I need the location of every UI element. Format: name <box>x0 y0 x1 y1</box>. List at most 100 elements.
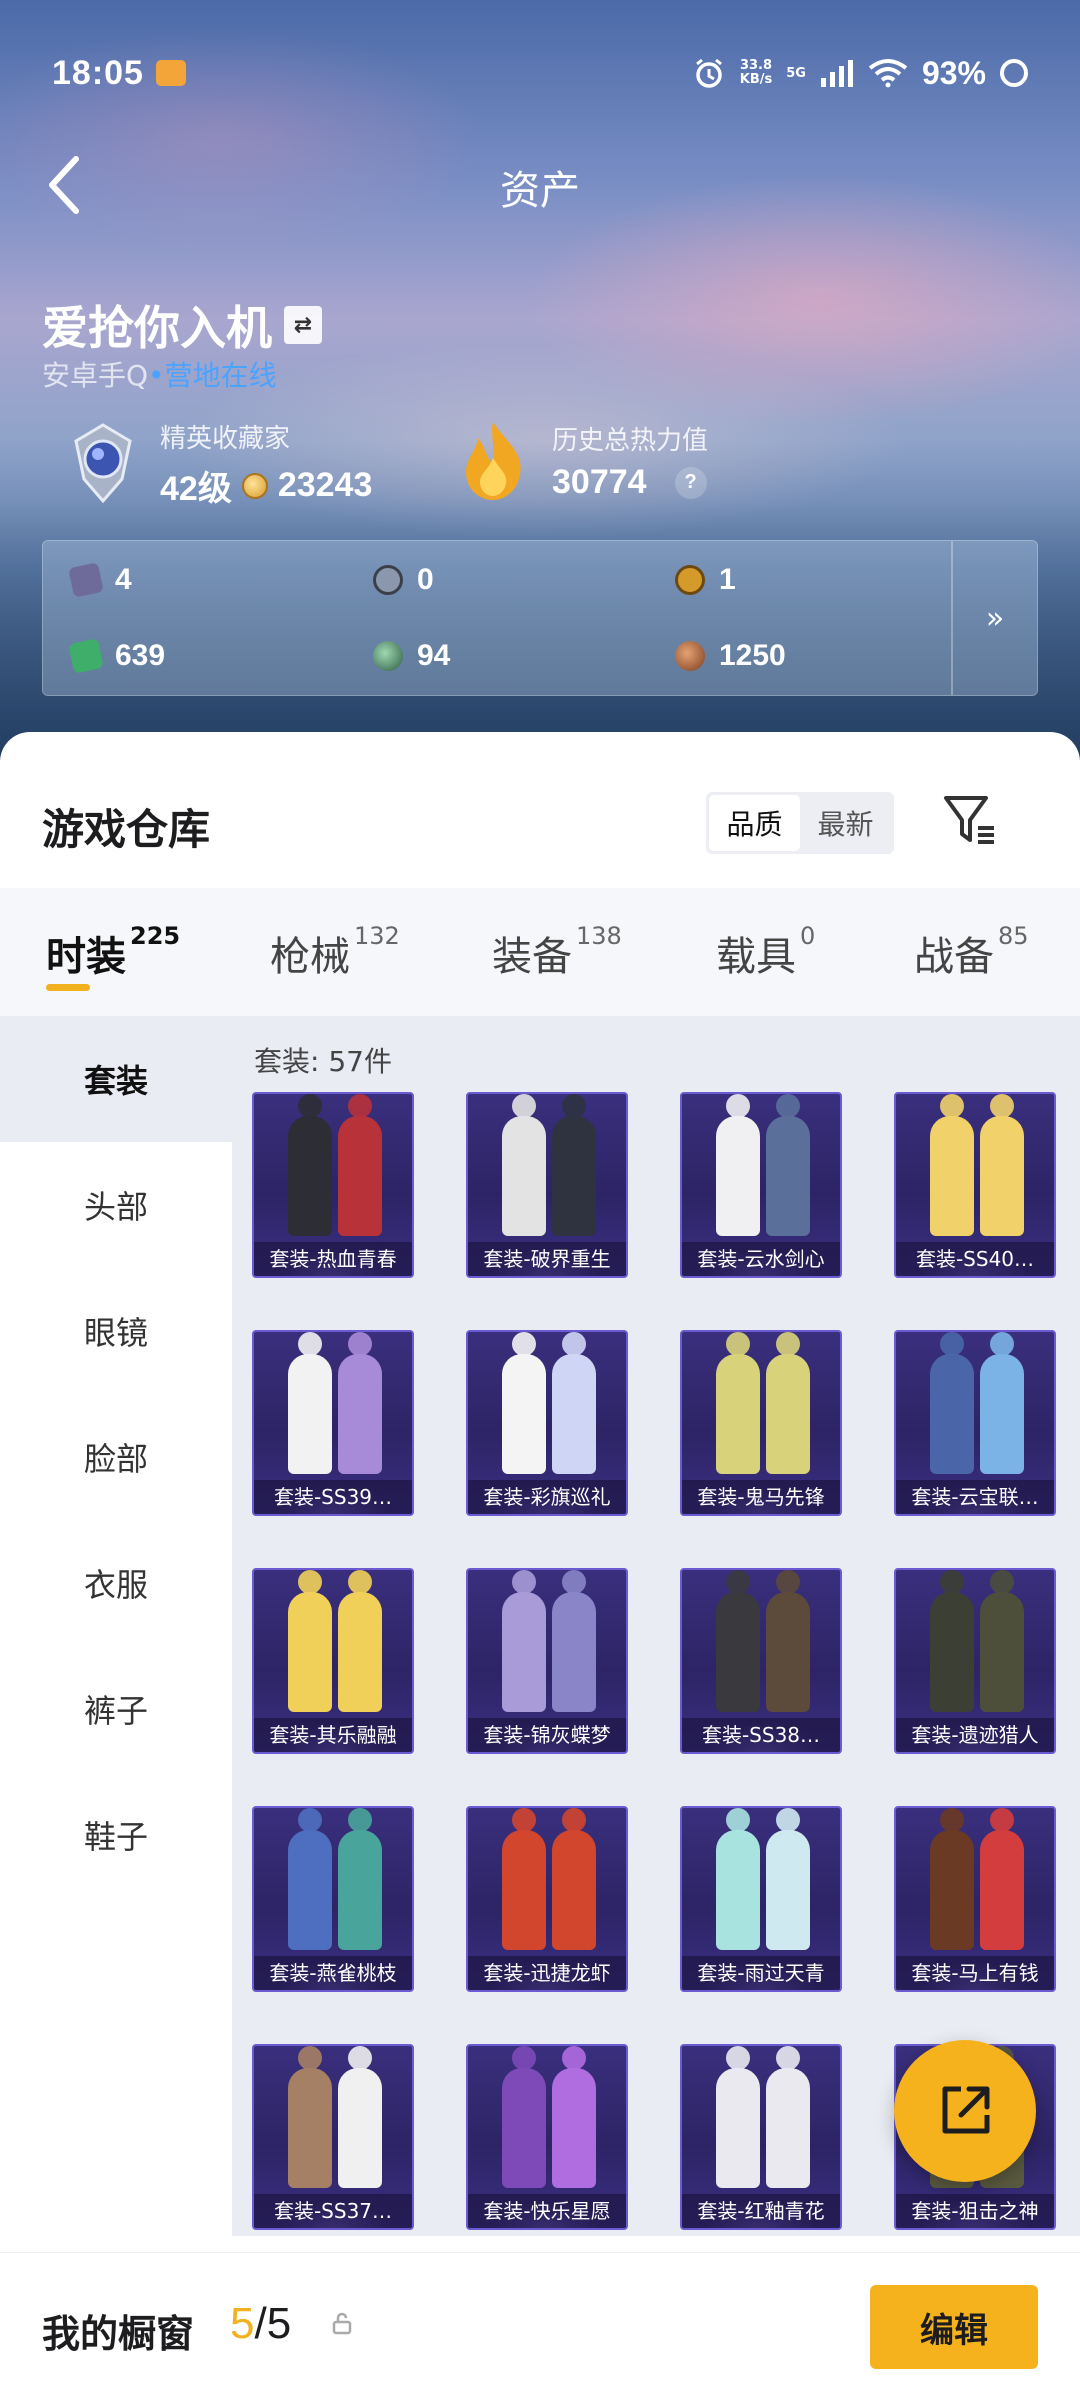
outfit-figure <box>288 1332 332 1474</box>
tab-supplies[interactable]: 战备 85 <box>914 888 1029 982</box>
suit-item-label: 套装-燕雀桃枝 <box>254 1956 412 1990</box>
ticket-icon <box>68 562 104 598</box>
outfit-figure <box>930 1094 974 1236</box>
outfit-figure <box>980 1570 1024 1712</box>
collector-title: 精英收藏家 <box>160 424 291 454</box>
suit-item-card[interactable]: 套装-燕雀桃枝 <box>252 1806 414 1992</box>
filter-icon <box>944 796 994 844</box>
collector-badge-icon <box>74 423 132 504</box>
outfit-figure <box>716 2046 760 2188</box>
tab-fashion[interactable]: 时装 225 <box>46 888 180 982</box>
showcase-count: 5/5 <box>230 2299 292 2348</box>
sidebar-item-face[interactable]: 脸部 <box>0 1394 232 1520</box>
sidebar-item-suit[interactable]: 套装 <box>0 1016 232 1142</box>
outfit-figure <box>552 1094 596 1236</box>
suit-item-card[interactable]: 套装-其乐融融 <box>252 1568 414 1754</box>
outfit-figure <box>288 1570 332 1712</box>
wifi-icon <box>868 59 908 88</box>
suit-item-card[interactable]: 套装-热血青春 <box>252 1092 414 1278</box>
collector-stat[interactable]: 精英收藏家 42级 23243 <box>60 418 372 510</box>
share-button[interactable] <box>894 2040 1036 2182</box>
bronze-coin-icon <box>675 641 705 671</box>
suit-item-card[interactable]: 套装-鬼马先锋 <box>680 1330 842 1516</box>
player-level: 42级 <box>160 470 232 508</box>
resource-item: 94 <box>373 639 450 673</box>
heat-value: 30774 <box>552 463 647 501</box>
suit-item-label: 套装-迅捷龙虾 <box>468 1956 626 1990</box>
outfit-figure <box>980 1332 1024 1474</box>
outfit-figure <box>288 2046 332 2188</box>
suit-item-card[interactable]: 套装-迅捷龙虾 <box>466 1806 628 1992</box>
online-status: 营地在线 <box>164 359 277 392</box>
tab-guns[interactable]: 枪械 132 <box>270 888 400 982</box>
suit-item-card[interactable]: 套装-马上有钱 <box>894 1806 1056 1992</box>
outfit-figure <box>288 1808 332 1950</box>
suit-item-card[interactable]: 套装-云宝联… <box>894 1330 1056 1516</box>
outfit-figure <box>766 1332 810 1474</box>
suit-item-card[interactable]: 套装-SS37… <box>252 2044 414 2230</box>
suit-item-label: 套装-破界重生 <box>468 1242 626 1276</box>
switch-account-icon[interactable]: ⇄ <box>284 306 322 344</box>
suit-item-card[interactable]: 套装-SS38… <box>680 1568 842 1754</box>
resources-more-button[interactable]: » <box>953 541 1037 695</box>
suit-item-card[interactable]: 套装-快乐星愿 <box>466 2044 628 2230</box>
outfit-figure <box>552 2046 596 2188</box>
suit-item-label: 套装-红釉青花 <box>682 2194 840 2228</box>
page-title: 资产 <box>500 168 580 214</box>
online-dot: • <box>148 359 165 392</box>
resources-panel[interactable]: 4 0 1 639 94 1250 » <box>42 540 1038 696</box>
resource-item: 0 <box>373 563 434 597</box>
outfit-figure <box>552 1332 596 1474</box>
outfit-figure <box>552 1808 596 1950</box>
suit-item-card[interactable]: 套装-红釉青花 <box>680 2044 842 2230</box>
category-tabs: 时装 225 枪械 132 装备 138 载具 0 战备 85 <box>0 888 1080 1016</box>
platform-label: 安卓手Q <box>42 359 149 392</box>
warehouse-content: 套装 头部 眼镜 脸部 衣服 裤子 鞋子 套装: 57件 套装-热血青春 套装-破… <box>0 1016 1080 2236</box>
suit-item-card[interactable]: 套装-SS40… <box>894 1092 1056 1278</box>
suit-item-label: 套装-云水剑心 <box>682 1242 840 1276</box>
player-name: 爱抢你入机 <box>42 301 272 355</box>
outfit-figure <box>930 1808 974 1950</box>
sidebar-item-shoes[interactable]: 鞋子 <box>0 1772 232 1898</box>
suit-item-card[interactable]: 套装-彩旗巡礼 <box>466 1330 628 1516</box>
heat-stat[interactable]: 历史总热力值 30774 ? <box>456 418 708 504</box>
outfit-figure <box>338 1094 382 1236</box>
suit-item-card[interactable]: 套装-破界重生 <box>466 1092 628 1278</box>
suit-item-label: 套装-SS38… <box>682 1718 840 1752</box>
suit-item-label: 套装-雨过天青 <box>682 1956 840 1990</box>
subcategory-sidebar: 套装 头部 眼镜 脸部 衣服 裤子 鞋子 <box>0 1016 232 2236</box>
suit-item-label: 套装-热血青春 <box>254 1242 412 1276</box>
suit-item-card[interactable]: 套装-遗迹猎人 <box>894 1568 1056 1754</box>
outfit-figure <box>716 1808 760 1950</box>
network-speed: 33.8 KB/s <box>739 58 773 87</box>
tab-equipment[interactable]: 装备 138 <box>492 888 622 982</box>
sort-newest-option[interactable]: 最新 <box>800 795 891 851</box>
sidebar-item-head[interactable]: 头部 <box>0 1142 232 1268</box>
outfit-figure <box>552 1570 596 1712</box>
edit-button[interactable]: 编辑 <box>870 2285 1038 2369</box>
tab-vehicles[interactable]: 载具 0 <box>716 888 815 982</box>
outfit-figure <box>338 1332 382 1474</box>
coin-amount: 23243 <box>277 466 373 504</box>
back-button[interactable] <box>38 150 88 220</box>
outfit-figure <box>766 1808 810 1950</box>
outfit-figure <box>502 1332 546 1474</box>
suit-item-card[interactable]: 套装-云水剑心 <box>680 1092 842 1278</box>
sidebar-item-clothes[interactable]: 衣服 <box>0 1520 232 1646</box>
green-orb-icon <box>373 641 403 671</box>
sort-quality-option[interactable]: 品质 <box>709 795 800 851</box>
sidebar-item-pants[interactable]: 裤子 <box>0 1646 232 1772</box>
signal-icon <box>820 60 853 87</box>
suit-item-label: 套装-快乐星愿 <box>468 2194 626 2228</box>
outfit-figure <box>716 1094 760 1236</box>
help-icon[interactable]: ? <box>674 466 707 499</box>
sidebar-item-glasses[interactable]: 眼镜 <box>0 1268 232 1394</box>
suit-item-card[interactable]: 套装-雨过天青 <box>680 1806 842 1992</box>
filter-button[interactable] <box>940 790 1000 850</box>
outfit-figure <box>288 1094 332 1236</box>
suit-item-card[interactable]: 套装-锦灰蝶梦 <box>466 1568 628 1754</box>
suit-item-card[interactable]: 套装-SS39… <box>252 1330 414 1516</box>
outfit-figure <box>338 2046 382 2188</box>
resource-item: 1250 <box>675 639 786 673</box>
heat-label: 历史总热力值 <box>552 426 709 456</box>
